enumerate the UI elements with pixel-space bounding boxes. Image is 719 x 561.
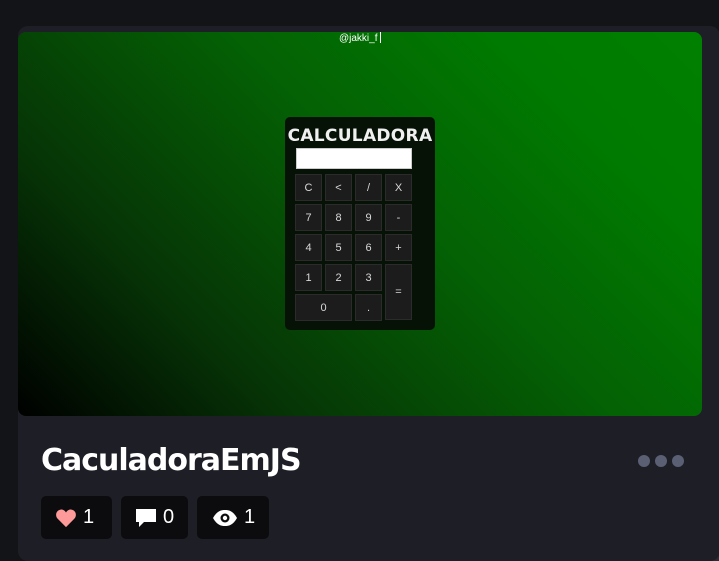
- pen-preview[interactable]: @jakki_f CALCULADORA C < / X 7 8 9 - 4 5…: [18, 32, 702, 416]
- key-3[interactable]: 3: [355, 264, 382, 291]
- key-clear[interactable]: C: [295, 174, 322, 201]
- key-9[interactable]: 9: [355, 204, 382, 231]
- views-count: 1: [244, 506, 256, 528]
- key-7[interactable]: 7: [295, 204, 322, 231]
- comment-icon: [135, 507, 157, 529]
- author-handle: @jakki_f: [339, 32, 381, 44]
- comment-button[interactable]: 0: [121, 496, 188, 539]
- key-equals[interactable]: =: [385, 264, 412, 320]
- key-plus[interactable]: +: [385, 234, 412, 261]
- heart-icon: [55, 508, 77, 528]
- eye-icon: [212, 509, 238, 527]
- key-8[interactable]: 8: [325, 204, 352, 231]
- key-divide[interactable]: /: [355, 174, 382, 201]
- key-5[interactable]: 5: [325, 234, 352, 261]
- key-decimal[interactable]: .: [355, 294, 382, 321]
- key-1[interactable]: 1: [295, 264, 322, 291]
- calculator-display[interactable]: [296, 148, 412, 169]
- key-6[interactable]: 6: [355, 234, 382, 261]
- views-button[interactable]: 1: [197, 496, 269, 539]
- comments-count: 0: [163, 506, 175, 528]
- pen-title[interactable]: CaculadoraEmJS: [41, 443, 302, 478]
- calculator-title: CALCULADORA: [287, 126, 433, 146]
- top-bar: [0, 0, 719, 26]
- key-multiply[interactable]: X: [385, 174, 412, 201]
- key-2[interactable]: 2: [325, 264, 352, 291]
- key-0[interactable]: 0: [295, 294, 352, 321]
- likes-count: 1: [83, 506, 95, 528]
- like-button[interactable]: 1: [41, 496, 112, 539]
- more-options-icon[interactable]: [638, 455, 684, 467]
- calculator: CALCULADORA C < / X 7 8 9 - 4 5 6 + 1 2 …: [285, 117, 435, 330]
- key-backspace[interactable]: <: [325, 174, 352, 201]
- key-4[interactable]: 4: [295, 234, 322, 261]
- key-minus[interactable]: -: [385, 204, 412, 231]
